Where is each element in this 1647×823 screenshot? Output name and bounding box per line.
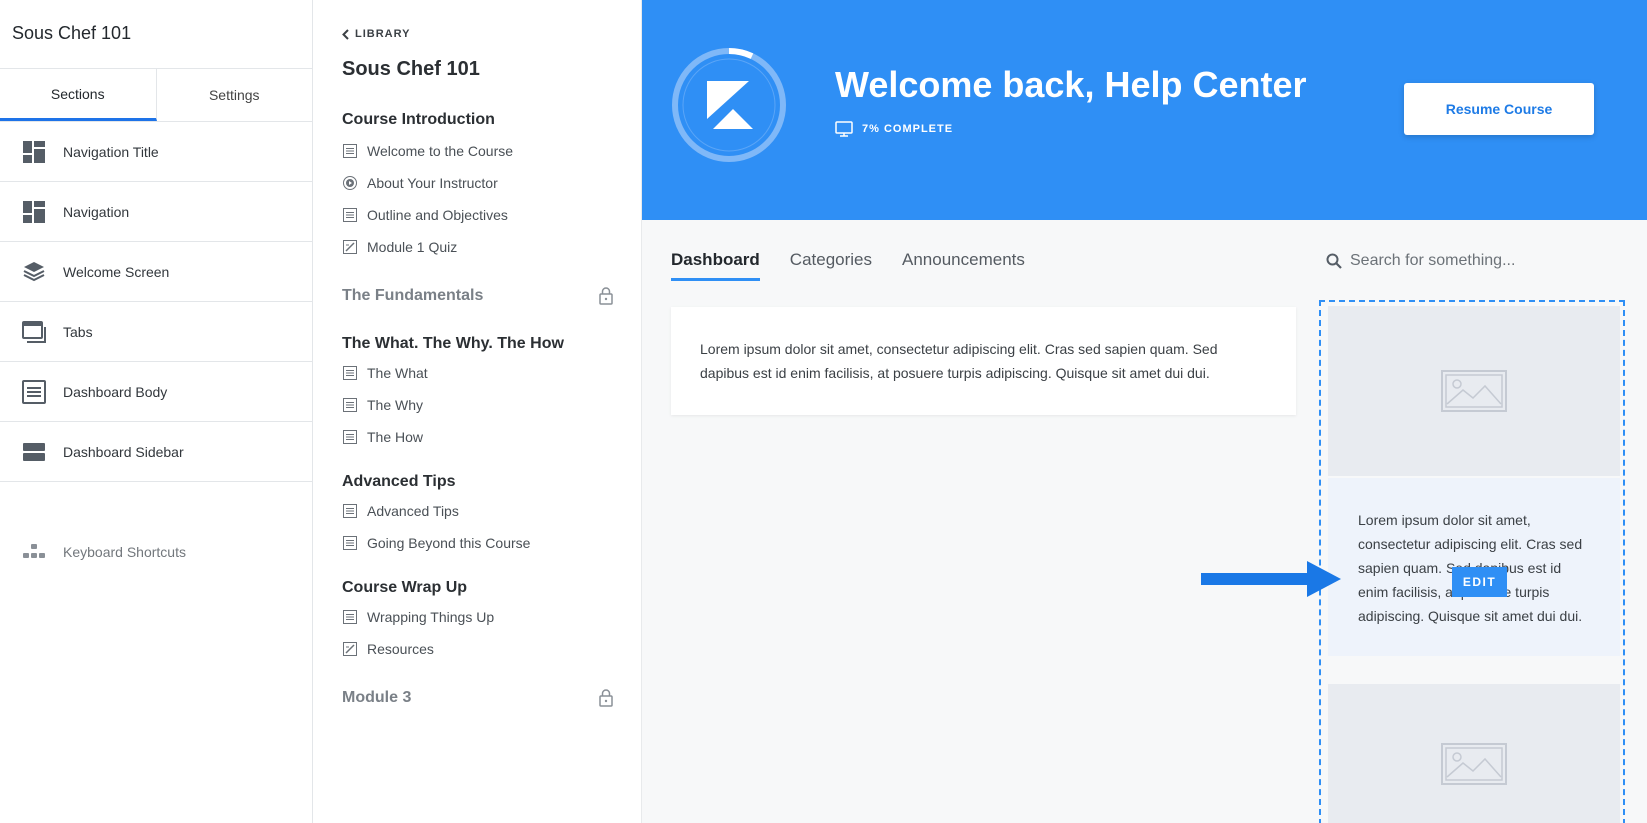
editor-panel: Sous Chef 101 Sections Settings Navigati… (0, 0, 313, 823)
lesson-item[interactable]: Going Beyond this Course (342, 527, 613, 559)
outline-section: The What. The Why. The How The What The … (342, 335, 613, 453)
search-icon (1326, 253, 1342, 269)
dashboard-layout-icon (22, 200, 46, 224)
outline-section: Course Wrap Up Wrapping Things Up Resour… (342, 579, 613, 665)
video-lesson-icon (342, 175, 358, 191)
text-lesson-icon (342, 429, 358, 445)
tab-announcements[interactable]: Announcements (902, 250, 1025, 281)
layers-icon (22, 260, 46, 284)
progress-label: 7% COMPLETE (862, 123, 954, 135)
lesson-item[interactable]: About Your Instructor (342, 167, 613, 199)
tab-settings[interactable]: Settings (157, 69, 313, 121)
image-placeholder (1328, 684, 1620, 823)
welcome-hero: Welcome back, Help Center 7% COMPLETE Re… (642, 0, 1647, 220)
lesson-item[interactable]: Advanced Tips (342, 495, 613, 527)
keyboard-shortcuts-link[interactable]: Keyboard Shortcuts (22, 540, 186, 564)
quiz-icon (342, 239, 358, 255)
dashboard-main: Welcome back, Help Center 7% COMPLETE Re… (642, 0, 1647, 823)
monitor-icon (835, 121, 853, 137)
section-title[interactable]: Module 3 (342, 689, 613, 707)
text-lesson-icon (342, 503, 358, 519)
outline-section: Course Introduction Welcome to the Cours… (342, 111, 613, 263)
tab-dashboard[interactable]: Dashboard (671, 250, 760, 281)
text-lesson-icon (342, 143, 358, 159)
course-outline: LIBRARY Sous Chef 101 Course Introductio… (313, 0, 642, 823)
image-placeholder (1328, 306, 1620, 476)
lesson-item[interactable]: The What (342, 357, 613, 389)
search-bar (1326, 252, 1620, 270)
editor-tabs: Sections Settings (0, 68, 312, 122)
editor-item-tabs[interactable]: Tabs (0, 302, 312, 362)
outline-section: Module 3 (342, 689, 613, 707)
editor-item-dashboard-sidebar[interactable]: Dashboard Sidebar (0, 422, 312, 482)
lesson-item[interactable]: Wrapping Things Up (342, 601, 613, 633)
lock-icon (599, 287, 613, 305)
text-lesson-icon (342, 207, 358, 223)
dashboard-tabs: Dashboard Categories Announcements (671, 250, 1055, 281)
editor-item-welcome-screen[interactable]: Welcome Screen (0, 242, 312, 302)
text-lesson-icon (342, 609, 358, 625)
tab-categories[interactable]: Categories (790, 250, 872, 281)
section-title[interactable]: The Fundamentals (342, 287, 613, 305)
welcome-heading: Welcome back, Help Center (835, 64, 1307, 105)
dashboard-layout-icon (22, 140, 46, 164)
lesson-item[interactable]: The How (342, 421, 613, 453)
editor-title: Sous Chef 101 (12, 23, 132, 43)
editor-item-label: Dashboard Body (63, 383, 168, 400)
edit-button[interactable]: EDIT (1452, 567, 1507, 597)
course-progress-ring (672, 48, 786, 162)
progress-status: 7% COMPLETE (835, 121, 953, 137)
editor-item-label: Navigation Title (63, 143, 159, 160)
library-back-link[interactable]: LIBRARY (342, 28, 613, 40)
lesson-item[interactable]: Resources (342, 633, 613, 665)
image-icon (1441, 370, 1507, 412)
windows-icon (22, 320, 46, 344)
outline-section: The Fundamentals (342, 287, 613, 305)
editor-item-label: Dashboard Sidebar (63, 443, 184, 460)
editor-item-label: Tabs (63, 323, 93, 340)
editor-item-navigation-title[interactable]: Navigation Title (0, 122, 312, 182)
outline-section: Advanced Tips Advanced Tips Going Beyond… (342, 473, 613, 559)
editor-item-label: Welcome Screen (63, 263, 170, 280)
editor-item-dashboard-body[interactable]: Dashboard Body (0, 362, 312, 422)
lesson-item[interactable]: Welcome to the Course (342, 135, 613, 167)
editor-item-label: Navigation (63, 203, 130, 220)
rows-icon (22, 440, 46, 464)
lesson-item[interactable]: Module 1 Quiz (342, 231, 613, 263)
search-input[interactable] (1350, 252, 1620, 270)
document-icon (22, 379, 46, 404)
resume-course-button[interactable]: Resume Course (1404, 83, 1594, 135)
editor-item-navigation[interactable]: Navigation (0, 182, 312, 242)
text-lesson-icon (342, 397, 358, 413)
lesson-item[interactable]: Outline and Objectives (342, 199, 613, 231)
course-title: Sous Chef 101 (342, 58, 480, 80)
section-title[interactable]: Course Wrap Up (342, 579, 613, 597)
pointer-arrow-icon (1201, 561, 1341, 597)
chevron-left-icon (342, 28, 349, 40)
keyboard-icon (22, 540, 46, 564)
text-lesson-icon (342, 365, 358, 381)
image-icon (1441, 743, 1507, 785)
keyboard-shortcuts-label: Keyboard Shortcuts (63, 544, 186, 560)
dashboard-body-card: Lorem ipsum dolor sit amet, consectetur … (671, 307, 1296, 415)
dashboard-sidebar-selection[interactable]: Lorem ipsum dolor sit amet, consectetur … (1319, 300, 1625, 823)
lock-icon (599, 689, 613, 707)
section-title[interactable]: Course Introduction (342, 111, 613, 129)
text-lesson-icon (342, 535, 358, 551)
section-title[interactable]: Advanced Tips (342, 473, 613, 491)
lesson-item[interactable]: The Why (342, 389, 613, 421)
quiz-icon (342, 641, 358, 657)
section-title[interactable]: The What. The Why. The How (342, 335, 613, 353)
library-label: LIBRARY (355, 28, 411, 40)
tab-sections[interactable]: Sections (0, 69, 157, 121)
